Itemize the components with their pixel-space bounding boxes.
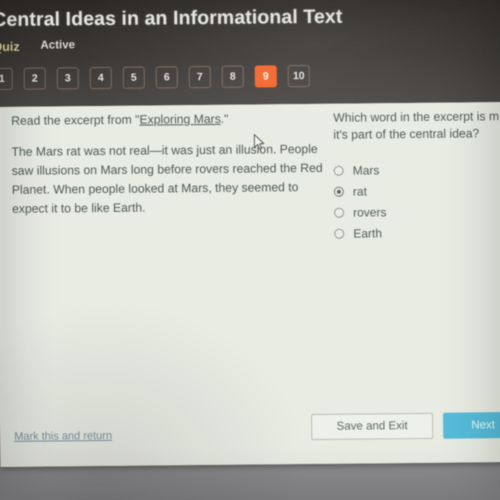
question-pill-3[interactable]: 3 xyxy=(56,67,79,90)
question-pill-7[interactable]: 7 xyxy=(188,65,211,89)
mark-this-and-return-link[interactable]: Mark this and return xyxy=(14,430,112,443)
quiz-status-label: Active xyxy=(40,39,76,52)
answer-option-label: rovers xyxy=(353,205,387,220)
page-title: Central Ideas in an Informational Text xyxy=(0,5,343,32)
question-pill-9[interactable]: 9 xyxy=(254,65,277,88)
answer-option-label: Mars xyxy=(352,163,380,178)
question-prompt-line-1: Which word in the excerpt is m xyxy=(333,109,500,125)
question-pill-5[interactable]: 5 xyxy=(122,66,145,89)
question-pill-4[interactable]: 4 xyxy=(89,66,112,90)
exploring-mars-link[interactable]: Exploring Mars xyxy=(139,112,220,127)
answer-options[interactable]: Mars rat rovers Earth xyxy=(333,159,500,245)
passage-column: Read the excerpt from "Exploring Mars." … xyxy=(11,110,327,219)
quiz-screenshot: Central Ideas in an Informational Text Q… xyxy=(0,0,500,500)
question-prompt: Which word in the excerpt is m it's part… xyxy=(333,108,500,143)
radio-icon[interactable] xyxy=(334,228,345,239)
next-button[interactable]: Next xyxy=(443,411,500,439)
radio-icon[interactable] xyxy=(334,207,345,218)
answer-option-label: rat xyxy=(352,184,367,199)
passage-body: The Mars rat was not real—it was just an… xyxy=(11,142,323,217)
passage-instruction: Read the excerpt from "Exploring Mars." xyxy=(11,110,326,129)
quiz-content: Read the excerpt from "Exploring Mars." … xyxy=(0,102,500,467)
question-pill-10[interactable]: 10 xyxy=(287,64,310,88)
radio-icon[interactable] xyxy=(333,186,344,197)
question-prompt-line-2: it's part of the central idea? xyxy=(333,126,480,142)
answer-option-rat[interactable]: rat xyxy=(333,180,500,203)
passage-instruction-prefix: Read the excerpt from " xyxy=(11,112,140,128)
quiz-header: Central Ideas in an Informational Text Q… xyxy=(0,0,500,107)
passage-instruction-suffix: ." xyxy=(220,111,229,126)
answer-option-earth[interactable]: Earth xyxy=(334,222,500,245)
question-pill-6[interactable]: 6 xyxy=(155,66,178,89)
quiz-action-bar: Mark this and return Save and Exit Next xyxy=(0,408,500,459)
radio-icon[interactable] xyxy=(333,165,344,176)
question-pill-2[interactable]: 2 xyxy=(23,67,46,90)
question-column: Which word in the excerpt is m it's part… xyxy=(333,108,500,244)
answer-option-rovers[interactable]: rovers xyxy=(334,201,500,224)
answer-option-mars[interactable]: Mars xyxy=(333,159,500,182)
answer-option-label: Earth xyxy=(353,226,383,241)
question-number-nav[interactable]: 1 2 3 4 5 6 7 8 9 10 xyxy=(0,64,310,91)
browser-page: Central Ideas in an Informational Text Q… xyxy=(0,0,500,467)
question-pill-8[interactable]: 8 xyxy=(221,65,244,88)
save-and-exit-button[interactable]: Save and Exit xyxy=(311,412,434,440)
question-pill-1[interactable]: 1 xyxy=(0,67,13,91)
quiz-type-label: Quiz xyxy=(0,39,20,55)
